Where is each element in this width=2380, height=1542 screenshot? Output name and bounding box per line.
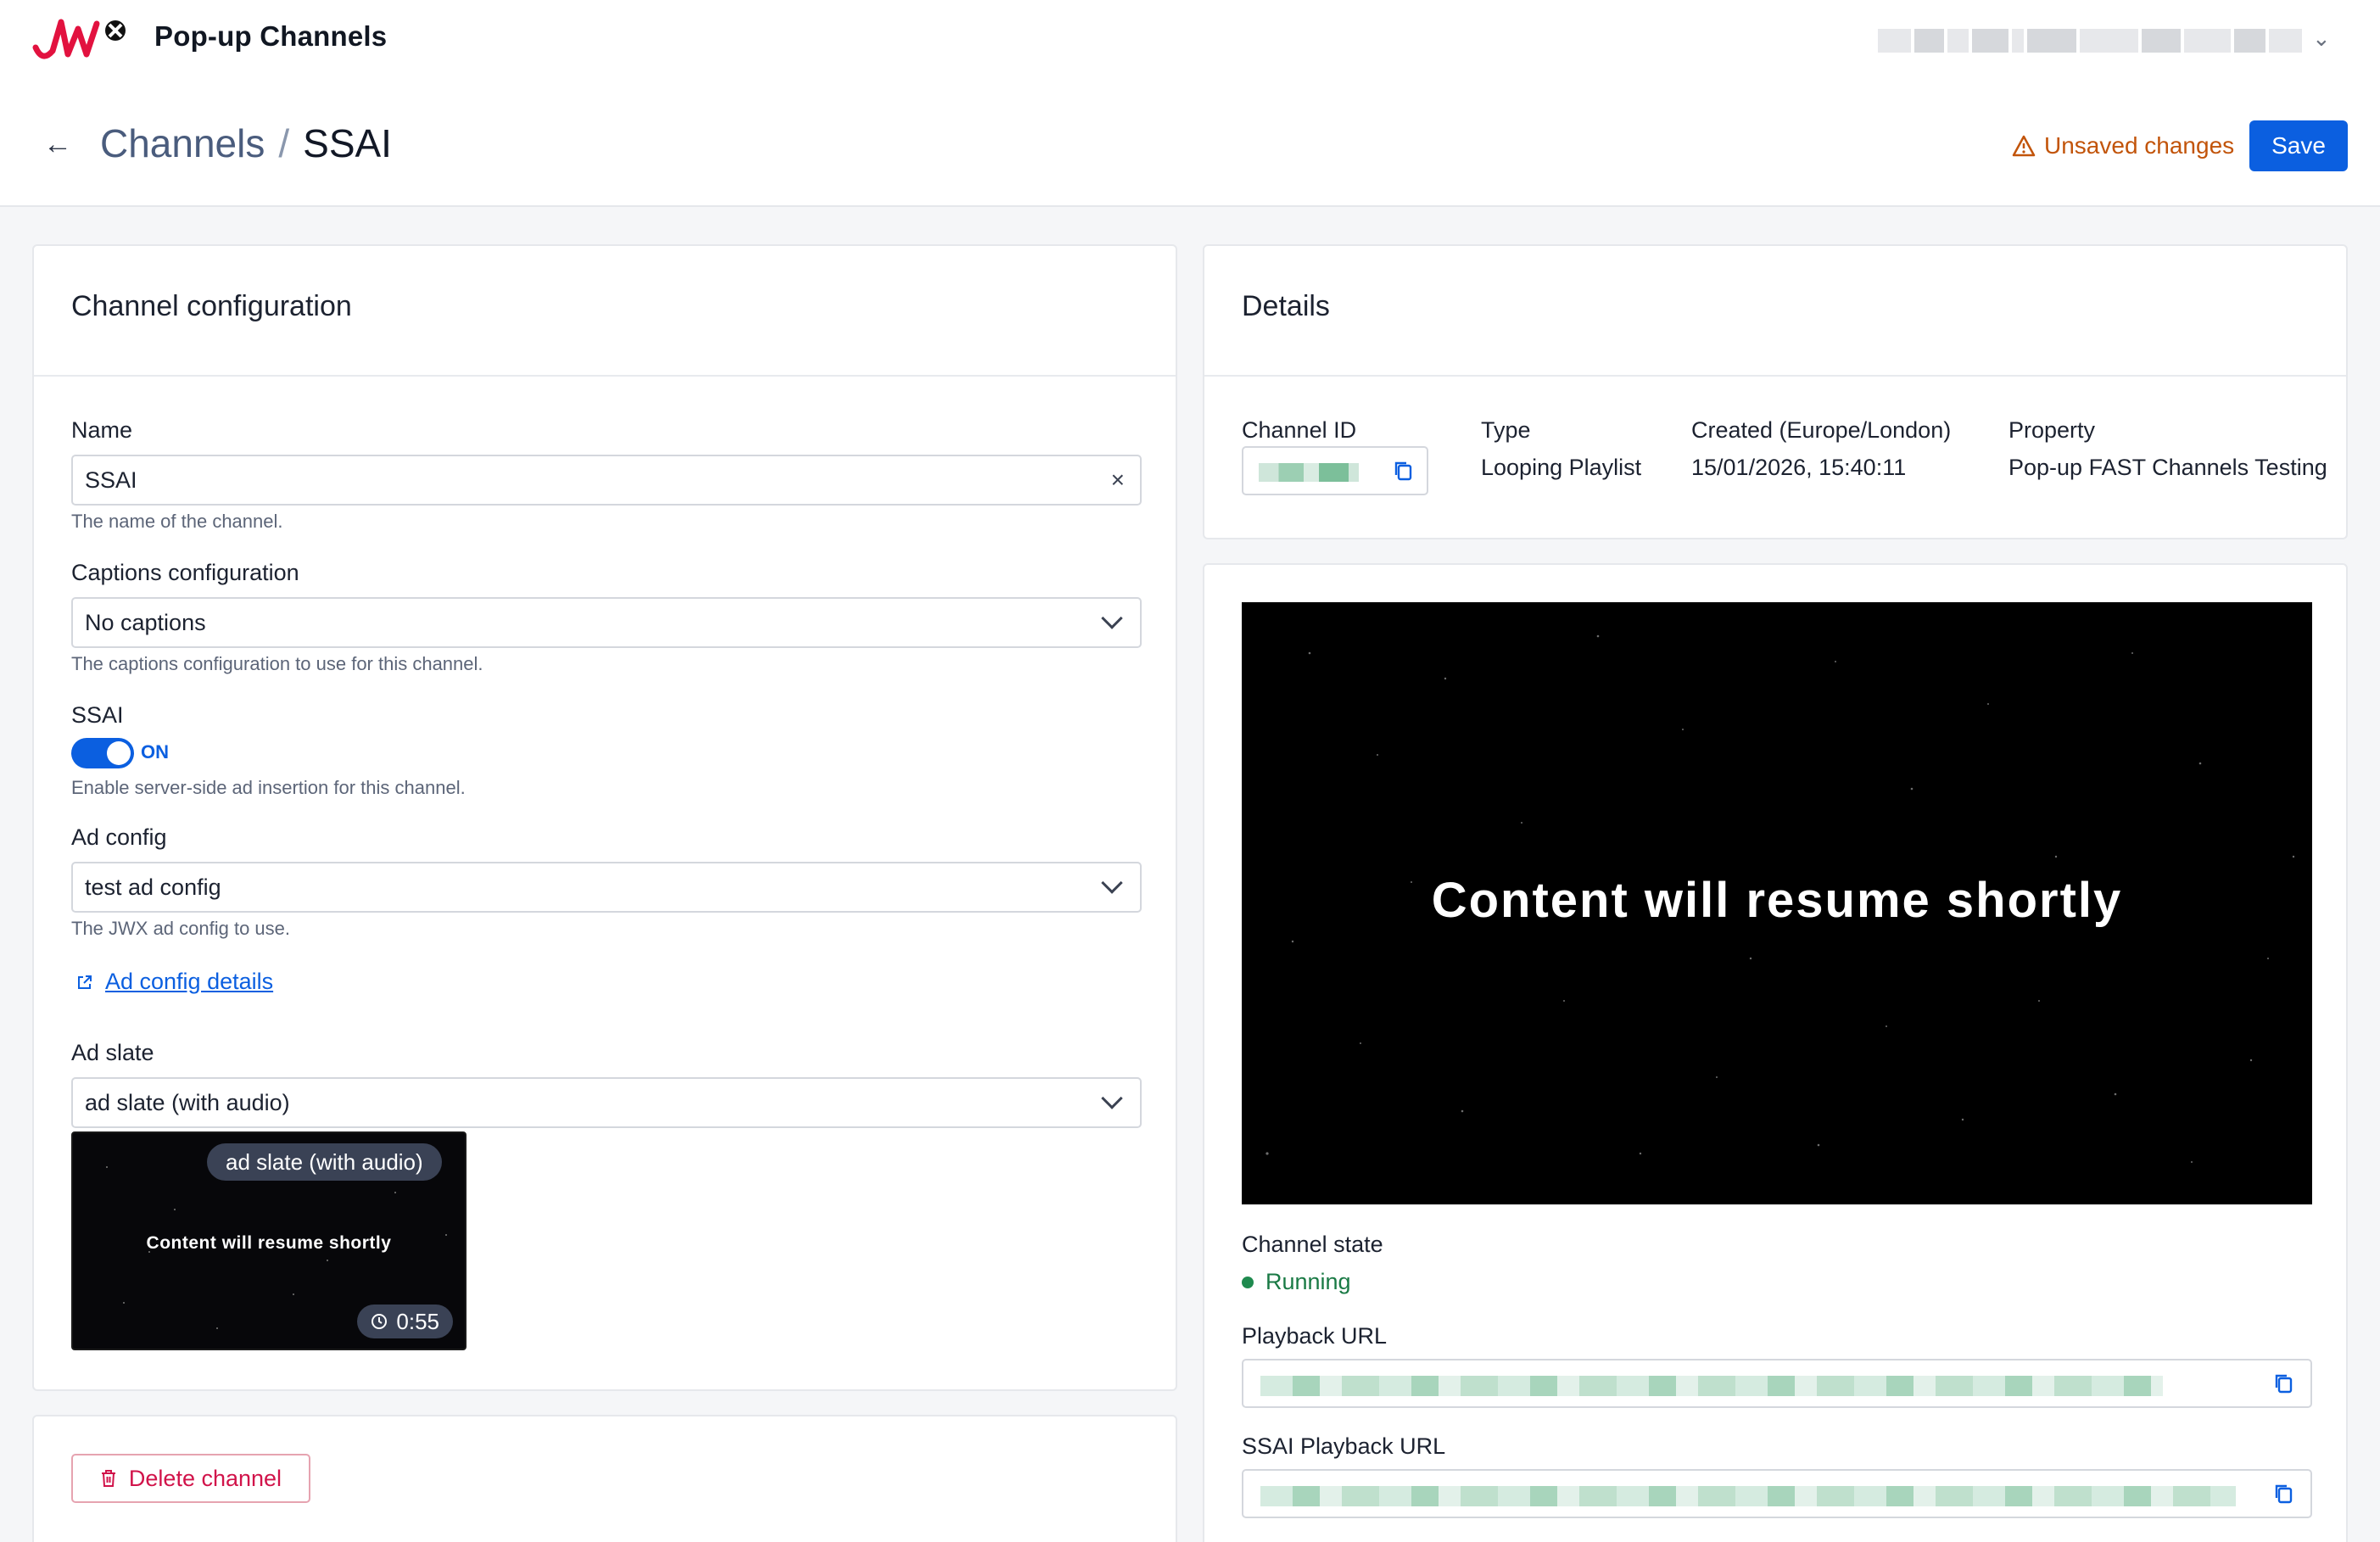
logo-icon[interactable] bbox=[31, 14, 131, 66]
ad-config-select[interactable]: test ad config bbox=[71, 862, 1142, 913]
chevron-down-icon bbox=[1101, 872, 1123, 894]
ad-slate-select[interactable]: ad slate (with audio) bbox=[71, 1077, 1142, 1128]
ad-config-help: The JWX ad config to use. bbox=[71, 918, 291, 939]
name-input[interactable]: SSAI × bbox=[71, 455, 1142, 506]
back-arrow-icon[interactable]: ← bbox=[41, 127, 75, 161]
app-title: Pop-up Channels bbox=[154, 20, 388, 52]
captions-label: Captions configuration bbox=[71, 560, 299, 585]
ad-slate-label: Ad slate bbox=[71, 1040, 154, 1065]
page-title: SSAI bbox=[303, 121, 392, 165]
copy-icon[interactable] bbox=[1393, 460, 1415, 482]
type-value: Looping Playlist bbox=[1481, 455, 1642, 480]
copy-icon[interactable] bbox=[2273, 1483, 2295, 1505]
ssai-playback-url-redacted bbox=[1260, 1486, 2236, 1506]
ssai-toggle[interactable] bbox=[71, 738, 134, 768]
channel-configuration-card: Channel configuration Name SSAI × The na… bbox=[32, 244, 1177, 1391]
video-slate-text: Content will resume shortly bbox=[1431, 873, 2123, 928]
name-label: Name bbox=[71, 417, 133, 443]
ad-slate-name-chip: ad slate (with audio) bbox=[207, 1143, 442, 1181]
divider bbox=[1204, 375, 2346, 377]
details-card: Details Channel ID Type Looping Playlist… bbox=[1203, 244, 2348, 539]
channel-state-label: Channel state bbox=[1242, 1232, 1383, 1257]
danger-zone-card: Delete channel bbox=[32, 1415, 1177, 1542]
chevron-down-icon bbox=[1101, 1087, 1123, 1109]
preview-card: Content will resume shortly Channel stat… bbox=[1203, 563, 2348, 1542]
ad-slate-duration: 0:55 bbox=[357, 1305, 453, 1338]
name-help: The name of the channel. bbox=[71, 511, 283, 532]
name-value: SSAI bbox=[85, 467, 137, 493]
ssai-label: SSAI bbox=[71, 702, 124, 728]
ad-config-value: test ad config bbox=[85, 874, 221, 900]
top-bar: Pop-up Channels ⌄ bbox=[0, 0, 2380, 76]
delete-channel-button[interactable]: Delete channel bbox=[71, 1454, 310, 1503]
captions-select[interactable]: No captions bbox=[71, 597, 1142, 648]
breadcrumb-channels[interactable]: Channels bbox=[100, 120, 265, 166]
channel-state-value: Running bbox=[1265, 1269, 1351, 1294]
channel-id-value-redacted bbox=[1259, 463, 1359, 482]
playback-url-label: Playback URL bbox=[1242, 1323, 1388, 1349]
ssai-toggle-state: ON bbox=[141, 741, 169, 763]
ad-slate-thumbnail[interactable]: ad slate (with audio) Content will resum… bbox=[71, 1131, 467, 1350]
page-header: ← Channels / SSAI Unsaved changes Save bbox=[0, 76, 2380, 207]
ssai-playback-url-field bbox=[1242, 1469, 2312, 1518]
chevron-down-icon bbox=[1101, 607, 1123, 629]
property-label: Property bbox=[2008, 417, 2096, 443]
status-dot bbox=[1242, 1276, 1254, 1288]
app-root: Pop-up Channels ⌄ ← Channels / SSAI Unsa… bbox=[0, 0, 2380, 1542]
ad-config-details-link[interactable]: Ad config details bbox=[105, 969, 273, 995]
ad-slate-thumb-text: Content will resume shortly bbox=[146, 1233, 392, 1253]
unsaved-label: Unsaved changes bbox=[2044, 132, 2235, 159]
channel-id-field bbox=[1242, 446, 1428, 495]
ssai-playback-url-label: SSAI Playback URL bbox=[1242, 1433, 1446, 1459]
clock-icon bbox=[372, 1314, 388, 1329]
created-value: 15/01/2026, 15:40:11 bbox=[1691, 455, 1907, 480]
copy-icon[interactable] bbox=[2273, 1372, 2295, 1394]
property-value: Pop-up FAST Channels Testing bbox=[2008, 455, 2327, 480]
channel-state-badge: Running bbox=[1242, 1269, 1351, 1295]
ssai-help: Enable server-side ad insertion for this… bbox=[71, 777, 466, 798]
delete-channel-label: Delete channel bbox=[128, 1465, 282, 1491]
account-menu[interactable] bbox=[1878, 27, 2302, 54]
playback-url-redacted bbox=[1260, 1376, 2163, 1396]
ad-slate-duration-text: 0:55 bbox=[396, 1308, 439, 1334]
type-label: Type bbox=[1481, 417, 1531, 443]
playback-url-field bbox=[1242, 1359, 2312, 1408]
trash-icon bbox=[101, 1470, 115, 1487]
captions-value: No captions bbox=[85, 609, 206, 635]
breadcrumb: Channels / SSAI bbox=[100, 120, 392, 166]
captions-help: The captions configuration to use for th… bbox=[71, 653, 483, 674]
chevron-down-icon[interactable]: ⌄ bbox=[2312, 25, 2331, 52]
breadcrumb-separator: / bbox=[278, 121, 290, 165]
divider bbox=[34, 375, 1176, 377]
unsaved-indicator: Unsaved changes bbox=[2012, 132, 2234, 159]
card-title: Channel configuration bbox=[71, 290, 352, 322]
warning-icon bbox=[2012, 135, 2036, 157]
video-player[interactable]: Content will resume shortly bbox=[1242, 602, 2312, 1204]
created-label: Created (Europe/London) bbox=[1691, 417, 1952, 443]
ad-slate-value: ad slate (with audio) bbox=[85, 1089, 290, 1115]
card-title: Details bbox=[1242, 290, 1330, 322]
save-button[interactable]: Save bbox=[2249, 120, 2348, 171]
ad-config-details-link-row: Ad config details bbox=[76, 969, 273, 995]
clear-icon[interactable]: × bbox=[1111, 467, 1125, 494]
channel-id-label: Channel ID bbox=[1242, 417, 1357, 443]
ad-config-label: Ad config bbox=[71, 824, 167, 850]
external-link-icon bbox=[78, 975, 92, 989]
